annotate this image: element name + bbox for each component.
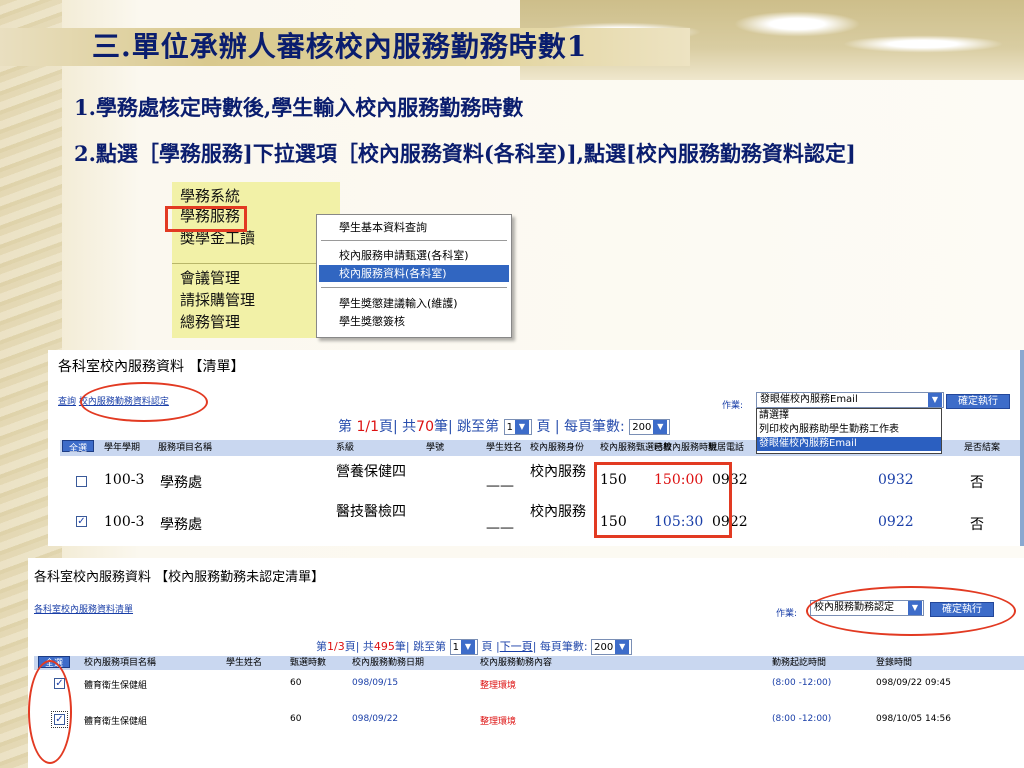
chevron-down-icon: ▼	[514, 420, 529, 434]
action-select[interactable]: 發眼催校內服務Email ▼	[756, 392, 944, 408]
dropdown-divider	[321, 287, 507, 288]
panel1-scroll-edge	[1020, 350, 1024, 546]
service-data-list-link[interactable]: 各科室校內服務資料清單	[34, 602, 133, 615]
table-row: ✓ 體育衛生保健組 60 098/09/15 整理環境 (8:00 -12:00…	[54, 678, 951, 691]
bullet-1: 1.學務處核定時數後,學生輸入校內服務勤務時數	[74, 95, 524, 120]
dropdown-item-reward-approval[interactable]: 學生獎懲簽核	[319, 313, 509, 330]
page-title: 三.單位承辦人審核校內服務勤務時數1	[92, 30, 588, 63]
table-row: ✓ 體育衛生保健組 60 098/09/22 整理環境 (8:00 -12:00…	[51, 711, 951, 728]
chevron-down-icon: ▼	[460, 640, 475, 654]
menu-item-student-affairs-system[interactable]: 學務系統	[180, 186, 240, 206]
total-count: 495	[373, 640, 395, 653]
dropdown-item-service-data[interactable]: 校內服務資料(各科室)	[319, 265, 509, 282]
dropdown-item-student-info[interactable]: 學生基本資料查詢	[319, 219, 509, 236]
menu-item-meetings[interactable]: 會議管理	[180, 268, 240, 288]
bullet-2: 2.點選［學務服務]下拉選項［校內服務資料(各科室)],點選[校內服務勤務資料認…	[74, 141, 856, 166]
highlight-student-services	[165, 206, 247, 232]
action-option[interactable]: 請選擇	[757, 409, 941, 423]
highlight-confirm-link	[80, 382, 208, 422]
dropdown-item-reward-input[interactable]: 學生獎懲建議輸入(維護)	[319, 295, 509, 312]
panel1-pager: 第 1/1頁| 共70筆| 跳至第 1 ▼ 頁 | 每頁筆數: 200 ▼	[338, 416, 671, 436]
menu-divider	[172, 263, 340, 264]
chevron-down-icon: ▼	[928, 393, 942, 407]
current-page: 1/3	[327, 640, 345, 653]
service-data-list-panel: 各科室校內服務資料 【清單】 查詢 校內服務勤務資料認定 第 1/1頁| 共70…	[48, 350, 1024, 546]
panel2-pager: 第1/3頁| 共495筆| 跳至第 1 ▼ 頁 |下一頁| 每頁筆數: 200 ▼	[316, 638, 633, 655]
chevron-down-icon: ▼	[615, 640, 630, 654]
panel1-title: 各科室校內服務資料 【清單】	[58, 359, 245, 375]
dropdown-divider	[321, 240, 507, 241]
page-jump-select[interactable]: 1 ▼	[503, 419, 532, 435]
chevron-down-icon: ▼	[653, 420, 668, 434]
select-all-button[interactable]: 全選	[62, 440, 94, 454]
action-option[interactable]: 發眼催校內服務Email	[757, 437, 941, 451]
menu-item-procurement[interactable]: 請採購管理	[180, 290, 255, 310]
query-link[interactable]: 查詢	[58, 397, 76, 407]
highlight-checkboxes	[28, 660, 72, 764]
action-dropdown-options: 請選擇 列印校內服務助學生勤務工作表 發眼催校內服務Email	[756, 408, 942, 454]
next-page-link[interactable]: 下一頁	[500, 640, 533, 653]
current-page: 1/1	[356, 419, 379, 435]
total-count: 70	[416, 419, 434, 435]
execute-button[interactable]: 確定執行	[946, 394, 1010, 409]
action-option[interactable]: 列印校內服務助學生勤務工作表	[757, 423, 941, 437]
row-checkbox[interactable]: ✓	[76, 516, 87, 527]
per-page-select[interactable]: 200 ▼	[591, 639, 633, 655]
services-dropdown: 學生基本資料查詢 校內服務申請甄選(各科室) 校內服務資料(各科室) 學生獎懲建…	[316, 214, 512, 338]
action-label: 作業:	[722, 401, 744, 411]
per-page-select[interactable]: 200 ▼	[629, 419, 671, 435]
table-row: ✓ 100-3 學務處 醫技醫檢四 —— 校內服務 150 105:30 092…	[76, 504, 984, 536]
highlight-hours-columns	[594, 462, 732, 538]
highlight-action-select	[806, 586, 1016, 636]
row-checkbox[interactable]	[76, 476, 87, 487]
dropdown-item-service-application[interactable]: 校內服務申請甄選(各科室)	[319, 247, 509, 264]
page-jump-select[interactable]: 1 ▼	[449, 639, 478, 655]
panel2-title: 各科室校內服務資料 【校內服務勤務未認定清單】	[34, 570, 325, 585]
menu-item-general-affairs[interactable]: 總務管理	[180, 312, 240, 332]
table-row: 100-3 學務處 營養保健四 —— 校內服務 150 150:00 0932 …	[60, 464, 1024, 504]
panel2-table-header: 全選 校內服務項目名稱 學生姓名 甄選時數 校內服務勤務日期 校內服務勤務內容 …	[34, 656, 1024, 670]
action-label: 作業:	[776, 609, 798, 619]
